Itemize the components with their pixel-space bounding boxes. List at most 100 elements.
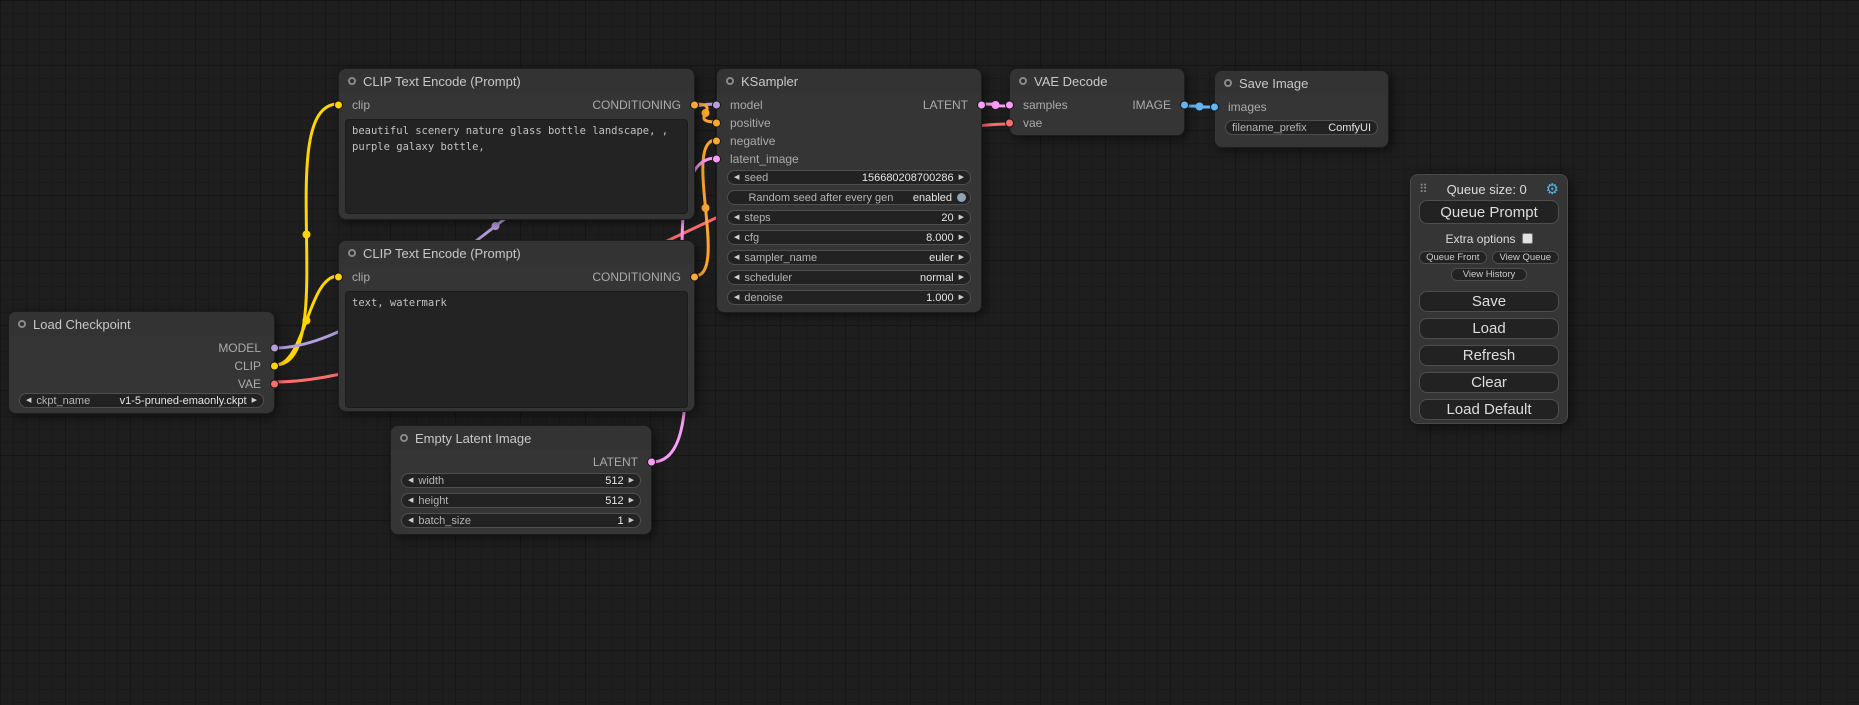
link-midpoint-dot: [992, 101, 1000, 109]
input-socket-vae[interactable]: [1005, 119, 1014, 128]
view-queue-button[interactable]: View Queue: [1492, 251, 1560, 264]
widget-value: ComfyUI: [1328, 122, 1371, 134]
input-socket-positive[interactable]: [712, 119, 721, 128]
queue-front-button[interactable]: Queue Front: [1419, 251, 1487, 264]
widget-value: 20: [941, 212, 953, 224]
decrement-icon[interactable]: ◀: [408, 477, 413, 484]
node-empty-latent-image[interactable]: Empty Latent Image LATENT ◀ width 512 ▶ …: [390, 425, 652, 535]
decrement-icon[interactable]: ◀: [408, 497, 413, 504]
increment-icon[interactable]: ▶: [959, 234, 964, 241]
extra-options-checkbox[interactable]: [1522, 233, 1533, 244]
increment-icon[interactable]: ▶: [959, 294, 964, 301]
output-socket-latent[interactable]: [977, 101, 986, 110]
decrement-icon[interactable]: ◀: [26, 397, 31, 404]
collapse-icon[interactable]: [348, 77, 356, 85]
cfg-widget[interactable]: ◀ cfg 8.000 ▶: [727, 230, 971, 245]
widget-name: filename_prefix: [1232, 122, 1323, 134]
widget-name: sampler_name: [744, 252, 924, 264]
input-socket-samples[interactable]: [1005, 101, 1014, 110]
random-seed-toggle[interactable]: Random seed after every gen enabled: [727, 190, 971, 205]
output-socket-image[interactable]: [1180, 101, 1189, 110]
increment-icon[interactable]: ▶: [629, 477, 634, 484]
node-save-image[interactable]: Save Image images filename_prefix ComfyU…: [1214, 70, 1389, 148]
filename-prefix-widget[interactable]: filename_prefix ComfyUI: [1225, 120, 1378, 135]
decrement-icon[interactable]: ◀: [734, 274, 739, 281]
node-titlebar[interactable]: Save Image: [1215, 71, 1388, 95]
widget-name: ckpt_name: [36, 395, 114, 407]
decrement-icon[interactable]: ◀: [734, 294, 739, 301]
increment-icon[interactable]: ▶: [252, 397, 257, 404]
width-widget[interactable]: ◀ width 512 ▶: [401, 473, 641, 488]
view-history-button[interactable]: View History: [1451, 268, 1527, 281]
node-ksampler[interactable]: KSampler model LATENT positive negative …: [716, 68, 982, 313]
collapse-icon[interactable]: [18, 320, 26, 328]
output-label-conditioning: CONDITIONING: [592, 98, 681, 112]
node-titlebar[interactable]: Load Checkpoint: [9, 312, 274, 336]
increment-icon[interactable]: ▶: [959, 174, 964, 181]
widget-value: euler: [929, 252, 953, 264]
input-socket-images[interactable]: [1210, 103, 1219, 112]
link-midpoint-dot: [303, 231, 311, 239]
increment-icon[interactable]: ▶: [959, 254, 964, 261]
link-midpoint-dot: [702, 204, 710, 212]
graph-canvas[interactable]: Load Checkpoint MODEL CLIP VAE ◀ ckpt: [0, 0, 1859, 705]
input-socket-clip[interactable]: [334, 273, 343, 282]
settings-gear-icon[interactable]: ⚙: [1546, 182, 1559, 197]
decrement-icon[interactable]: ◀: [734, 234, 739, 241]
node-titlebar[interactable]: CLIP Text Encode (Prompt): [339, 241, 694, 265]
ckpt-name-widget[interactable]: ◀ ckpt_name v1-5-pruned-emaonly.ckpt ▶: [19, 393, 264, 408]
scheduler-widget[interactable]: ◀ scheduler normal ▶: [727, 270, 971, 285]
node-titlebar[interactable]: KSampler: [717, 69, 981, 93]
decrement-icon[interactable]: ◀: [734, 214, 739, 221]
node-titlebar[interactable]: VAE Decode: [1010, 69, 1184, 93]
load-default-button[interactable]: Load Default: [1419, 399, 1559, 420]
output-socket-conditioning[interactable]: [690, 101, 699, 110]
input-socket-negative[interactable]: [712, 137, 721, 146]
sampler-name-widget[interactable]: ◀ sampler_name euler ▶: [727, 250, 971, 265]
input-socket-latent-image[interactable]: [712, 155, 721, 164]
collapse-icon[interactable]: [1224, 79, 1232, 87]
widget-name: scheduler: [744, 272, 915, 284]
output-socket-model[interactable]: [270, 344, 279, 353]
decrement-icon[interactable]: ◀: [408, 517, 413, 524]
node-title: CLIP Text Encode (Prompt): [363, 246, 521, 261]
input-socket-model[interactable]: [712, 101, 721, 110]
load-button[interactable]: Load: [1419, 318, 1559, 339]
queue-prompt-button[interactable]: Queue Prompt: [1419, 200, 1559, 224]
node-titlebar[interactable]: CLIP Text Encode (Prompt): [339, 69, 694, 93]
increment-icon[interactable]: ▶: [959, 214, 964, 221]
drag-handle-icon[interactable]: ⠿: [1419, 183, 1428, 195]
batch-size-widget[interactable]: ◀ batch_size 1 ▶: [401, 513, 641, 528]
output-socket-conditioning[interactable]: [690, 273, 699, 282]
toggle-knob-icon[interactable]: [957, 193, 966, 202]
node-vae-decode[interactable]: VAE Decode samples IMAGE vae: [1009, 68, 1185, 136]
decrement-icon[interactable]: ◀: [734, 174, 739, 181]
node-titlebar[interactable]: Empty Latent Image: [391, 426, 651, 450]
output-socket-clip[interactable]: [270, 362, 279, 371]
save-button[interactable]: Save: [1419, 291, 1559, 312]
collapse-icon[interactable]: [726, 77, 734, 85]
seed-widget[interactable]: ◀ seed 156680208700286 ▶: [727, 170, 971, 185]
clear-button[interactable]: Clear: [1419, 372, 1559, 393]
node-load-checkpoint[interactable]: Load Checkpoint MODEL CLIP VAE ◀ ckpt: [8, 311, 275, 414]
node-clip-text-encode-negative[interactable]: CLIP Text Encode (Prompt) clip CONDITION…: [338, 240, 695, 412]
prompt-text-area[interactable]: beautiful scenery nature glass bottle la…: [345, 119, 688, 214]
output-socket-vae[interactable]: [270, 380, 279, 389]
denoise-widget[interactable]: ◀ denoise 1.000 ▶: [727, 290, 971, 305]
increment-icon[interactable]: ▶: [629, 517, 634, 524]
prompt-text-area[interactable]: text, watermark: [345, 291, 688, 408]
steps-widget[interactable]: ◀ steps 20 ▶: [727, 210, 971, 225]
collapse-icon[interactable]: [348, 249, 356, 257]
decrement-icon[interactable]: ◀: [734, 254, 739, 261]
collapse-icon[interactable]: [1019, 77, 1027, 85]
input-socket-clip[interactable]: [334, 101, 343, 110]
increment-icon[interactable]: ▶: [629, 497, 634, 504]
collapse-icon[interactable]: [400, 434, 408, 442]
widget-value: normal: [920, 272, 954, 284]
output-socket-latent[interactable]: [647, 458, 656, 467]
node-title: Empty Latent Image: [415, 431, 531, 446]
refresh-button[interactable]: Refresh: [1419, 345, 1559, 366]
node-clip-text-encode-positive[interactable]: CLIP Text Encode (Prompt) clip CONDITION…: [338, 68, 695, 220]
increment-icon[interactable]: ▶: [959, 274, 964, 281]
height-widget[interactable]: ◀ height 512 ▶: [401, 493, 641, 508]
